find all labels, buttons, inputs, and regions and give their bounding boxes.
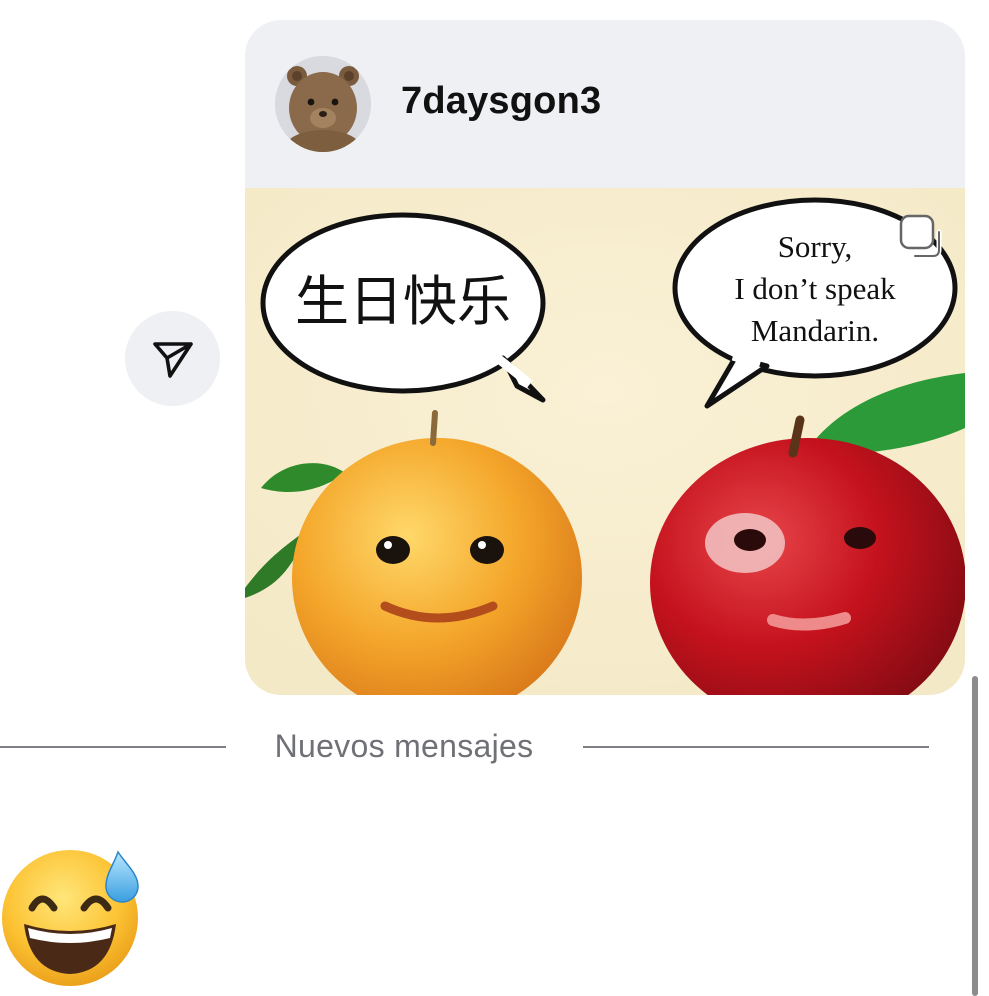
- divider-line-right: [583, 746, 929, 748]
- svg-text:生日快乐: 生日快乐: [295, 270, 511, 333]
- story-icon[interactable]: [895, 210, 947, 262]
- svg-text:Sorry,: Sorry,: [778, 229, 853, 264]
- scrollbar[interactable]: [972, 676, 978, 996]
- svg-text:I don’t speak: I don’t speak: [734, 271, 896, 306]
- avatar[interactable]: [275, 56, 371, 152]
- bear-avatar: [275, 56, 371, 152]
- send-icon: [152, 341, 193, 378]
- svg-text:Mandarin.: Mandarin.: [751, 313, 879, 348]
- post-header[interactable]: 7daysgon3: [245, 20, 965, 188]
- sender-username[interactable]: 7daysgon3: [401, 80, 601, 123]
- share-button[interactable]: [125, 311, 220, 406]
- grinning-face-with-sweat-icon[interactable]: [0, 842, 144, 988]
- meme-illustration: 生日快乐 Sorry, I don’t speak Mandarin.: [245, 188, 965, 695]
- shared-post-card[interactable]: 7daysgon3 生日快乐 Sorry, I don’t speak Mand…: [245, 20, 965, 695]
- meme-image[interactable]: 生日快乐 Sorry, I don’t speak Mandarin.: [245, 188, 965, 695]
